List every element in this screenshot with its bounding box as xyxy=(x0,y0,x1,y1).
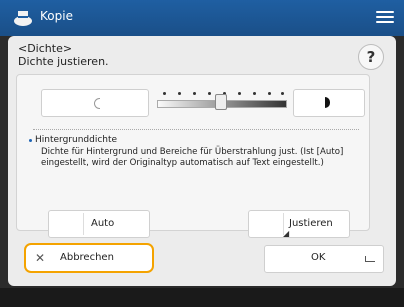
density-slider-knob[interactable] xyxy=(215,94,227,110)
auto-indicator xyxy=(53,213,84,235)
auto-button-label: Auto xyxy=(91,218,115,229)
density-panel: Hintergrunddichte Dichte für Hintergrund… xyxy=(16,74,370,231)
help-button[interactable]: ? xyxy=(358,44,384,70)
adjust-indicator xyxy=(253,213,284,235)
cancel-button-label: Abbrechen xyxy=(60,252,114,263)
bottom-bar xyxy=(0,288,404,307)
background-density-description: Dichte für Hintergrund und Bereiche für … xyxy=(41,147,344,168)
title-bar: Kopie xyxy=(0,0,404,36)
enter-icon xyxy=(365,256,375,262)
window-title: Kopie xyxy=(40,9,73,23)
menu-icon[interactable] xyxy=(376,9,394,25)
divider xyxy=(33,129,359,130)
background-density-title: Hintergrunddichte xyxy=(28,135,118,145)
half-circle-dark-icon xyxy=(325,97,330,108)
darker-button[interactable] xyxy=(293,89,365,117)
half-circle-light-icon xyxy=(94,98,100,109)
auto-button[interactable]: Auto xyxy=(48,210,150,238)
copy-app-icon xyxy=(14,11,32,26)
submenu-corner-icon: ◢ xyxy=(283,229,290,238)
adjust-button[interactable]: ◢ Justieren xyxy=(248,210,350,238)
dialog-title: <Dichte> xyxy=(18,42,73,55)
dialog-subtitle: Dichte justieren. xyxy=(18,55,109,68)
adjust-button-label: Justieren xyxy=(289,218,333,229)
cancel-button[interactable]: ✕ Abbrechen xyxy=(24,243,154,273)
ok-button-label: OK xyxy=(311,252,326,263)
lighter-button[interactable] xyxy=(41,89,149,117)
dialog-header: <Dichte> Dichte justieren. xyxy=(18,42,109,68)
close-icon: ✕ xyxy=(35,251,46,265)
ok-button[interactable]: OK xyxy=(264,245,384,273)
